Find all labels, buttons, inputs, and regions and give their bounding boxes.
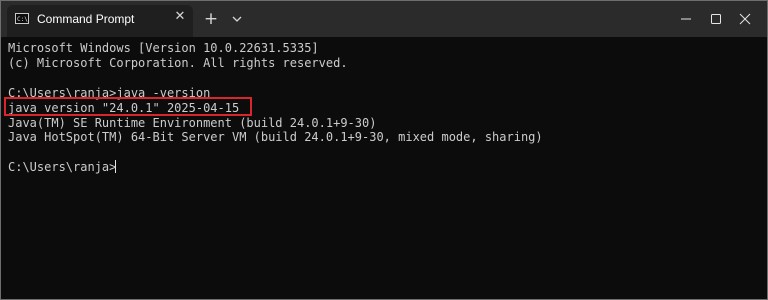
console-output[interactable]: Microsoft Windows [Version 10.0.22631.53…: [1, 37, 767, 299]
new-tab-button[interactable]: +: [201, 10, 221, 30]
close-window-button[interactable]: [722, 1, 767, 37]
console-line: Java HotSpot(TM) 64-Bit Server VM (build…: [8, 130, 543, 144]
minimize-icon: [681, 18, 691, 20]
chevron-down-icon: [232, 16, 242, 22]
tab-dropdown-button[interactable]: [229, 11, 245, 27]
tab-command-prompt[interactable]: C:\ Command Prompt ✕: [7, 5, 193, 37]
text-cursor: [115, 160, 116, 173]
tab-title: Command Prompt: [37, 12, 135, 26]
title-bar[interactable]: C:\ Command Prompt ✕ +: [1, 1, 767, 37]
console-line: (c) Microsoft Corporation. All rights re…: [8, 56, 348, 70]
close-icon: [739, 13, 751, 25]
command-prompt-line: C:\Users\ranja>: [8, 160, 117, 174]
close-icon: ✕: [174, 9, 186, 24]
terminal-icon: C:\: [15, 13, 29, 24]
close-tab-button[interactable]: ✕: [172, 9, 188, 25]
console-line: Microsoft Windows [Version 10.0.22631.53…: [8, 41, 319, 55]
command-prompt-window: C:\ Command Prompt ✕ + Microsoft Windows…: [0, 0, 768, 300]
maximize-icon: [711, 14, 721, 24]
java-version-highlight-box: [4, 97, 252, 116]
